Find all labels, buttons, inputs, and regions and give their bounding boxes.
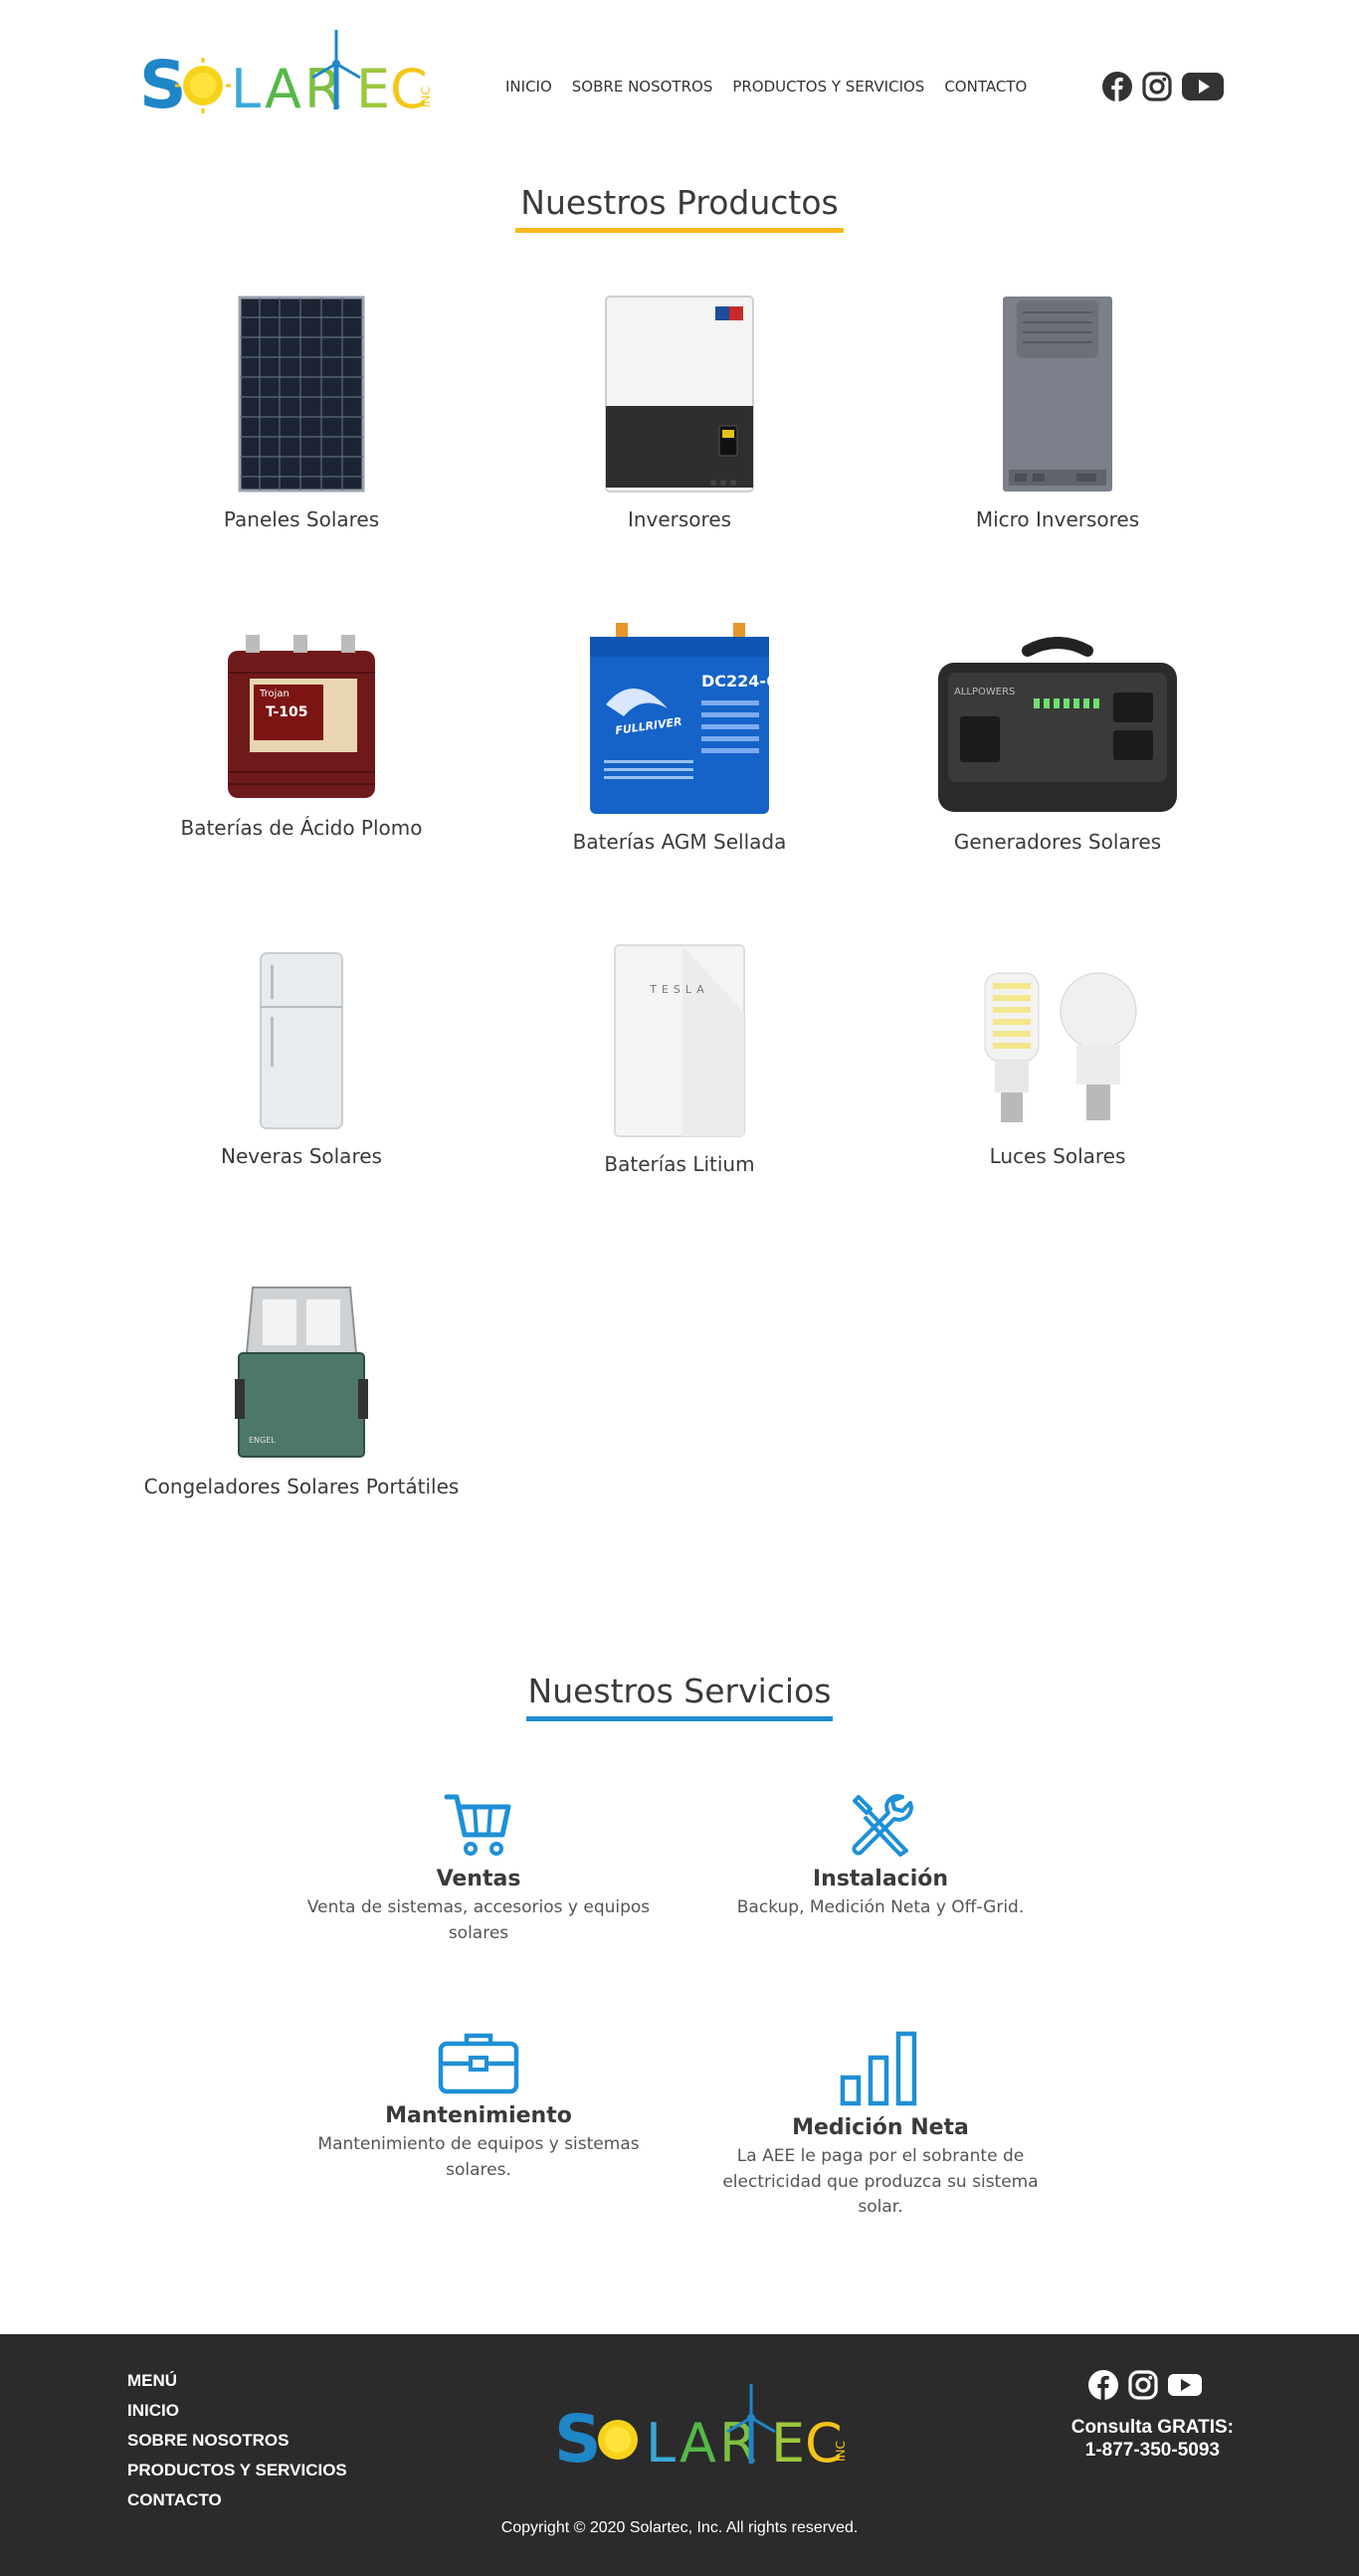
phone-number[interactable]: 1-877-350-5093 xyxy=(1071,2439,1234,2462)
solar-generator-image: ALLPOWERS xyxy=(930,637,1185,816)
freezer-brand: ENGEL xyxy=(249,1436,276,1445)
tesla-brand: TESLA xyxy=(649,983,709,996)
solartec-logo-mark: S L A R E C INC xyxy=(139,30,433,123)
service-title: Mantenimiento xyxy=(385,2103,572,2128)
product-label: Congeladores Solares Portátiles xyxy=(143,1475,460,1498)
product-label: Baterías AGM Sellada xyxy=(572,830,787,854)
agm-model: DC224-6 xyxy=(701,672,773,691)
cart-icon xyxy=(444,1794,511,1856)
footer-link-inicio[interactable]: INICIO xyxy=(127,2396,347,2426)
service-instalacion: Instalación Backup, Medición Neta y Off-… xyxy=(701,1791,1060,1921)
product-label: Neveras Solares xyxy=(221,1144,382,1168)
services-title-underline xyxy=(526,1716,833,1721)
solar-panel-image xyxy=(237,295,366,494)
svg-text:E: E xyxy=(356,58,390,113)
toolbox-icon xyxy=(438,2033,519,2094)
product-card-neveras[interactable]: Neveras Solares xyxy=(112,951,490,1168)
led-bulbs-image xyxy=(975,965,1140,1130)
product-card-generadores[interactable]: ALLPOWERS Generadores Solares xyxy=(869,637,1247,854)
facebook-icon[interactable] xyxy=(1088,2370,1118,2400)
product-card-luces[interactable]: Luces Solares xyxy=(869,965,1247,1168)
service-description: Mantenimiento de equipos y sistemas sola… xyxy=(317,2134,640,2180)
consult-label: Consulta GRATIS: xyxy=(1070,2417,1234,2438)
footer-menu: MENÚ INICIO SOBRE NOSOTROS PRODUCTOS Y S… xyxy=(127,2366,347,2515)
product-card-congeladores[interactable]: ENGEL Congeladores Solares Portátiles xyxy=(112,1284,490,1498)
products-section-heading: Nuestros Productos xyxy=(0,183,1359,233)
product-card-inversores[interactable]: Inversores xyxy=(490,295,869,531)
svg-text:S: S xyxy=(139,47,187,113)
service-ventas: Ventas Venta de sistemas, accesorios y e… xyxy=(299,1791,658,1946)
service-description: Backup, Medición Neta y Off-Grid. xyxy=(736,1897,1025,1917)
instagram-icon[interactable] xyxy=(1128,2370,1158,2400)
service-title: Ventas xyxy=(436,1867,521,1891)
service-description: La AEE le paga por el sobrante de electr… xyxy=(722,2146,1039,2217)
product-card-paneles[interactable]: Paneles Solares xyxy=(112,295,490,531)
product-label: Generadores Solares xyxy=(953,830,1162,854)
svg-text:S: S xyxy=(554,2401,602,2468)
product-label: Inversores xyxy=(627,507,732,531)
site-header: S L A R E C INC INICIO SOBRE NOSOTROS PR… xyxy=(0,0,1359,179)
agm-battery-image: DC224-6 FULLRIVER xyxy=(586,621,777,816)
product-card-acido-plomo[interactable]: Trojan T-105 Baterías de Ácido Plomo xyxy=(112,633,490,840)
svg-text:A: A xyxy=(265,58,301,113)
footer-contact: Consulta GRATIS: 1-877-350-5093 xyxy=(1071,2416,1234,2462)
svg-text:INC: INC xyxy=(419,87,433,107)
nav-productos-servicios[interactable]: PRODUCTOS Y SERVICIOS xyxy=(732,78,924,96)
service-medicion-neta: Medición Neta La AEE le paga por el sobr… xyxy=(701,2030,1060,2221)
product-label: Baterías Litium xyxy=(604,1152,755,1176)
svg-text:E: E xyxy=(771,2412,805,2468)
footer-link-sobre-nosotros[interactable]: SOBRE NOSOTROS xyxy=(127,2426,347,2456)
facebook-icon[interactable] xyxy=(1102,72,1132,101)
nav-contacto[interactable]: CONTACTO xyxy=(944,78,1027,96)
products-title-underline xyxy=(515,228,844,233)
bar-chart-icon xyxy=(840,2031,917,2106)
services-section-heading: Nuestros Servicios xyxy=(0,1672,1359,1721)
service-description: Venta de sistemas, accesorios y equipos … xyxy=(306,1897,651,1943)
inverter-image xyxy=(604,295,755,494)
tools-icon xyxy=(852,1794,913,1857)
svg-text:L: L xyxy=(231,58,261,113)
footer-social xyxy=(1088,2370,1202,2400)
product-card-agm[interactable]: DC224-6 FULLRIVER Baterías AGM Sellada xyxy=(490,621,869,854)
product-label: Baterías de Ácido Plomo xyxy=(180,816,423,840)
product-label: Luces Solares xyxy=(989,1144,1126,1168)
lithium-battery-image: TESLA xyxy=(613,943,746,1138)
product-label: Paneles Solares xyxy=(223,507,380,531)
footer-logo[interactable]: S L A R E C INC xyxy=(554,2382,855,2477)
product-card-litium[interactable]: TESLA Baterías Litium xyxy=(490,943,869,1176)
svg-text:A: A xyxy=(680,2412,716,2468)
svg-text:INC: INC xyxy=(834,2441,848,2462)
products-title: Nuestros Productos xyxy=(520,183,839,222)
micro-inverter-image xyxy=(1001,295,1114,494)
service-title: Instalación xyxy=(812,1867,949,1891)
services-title: Nuestros Servicios xyxy=(527,1672,832,1710)
main-nav: INICIO SOBRE NOSOTROS PRODUCTOS Y SERVIC… xyxy=(505,78,1027,96)
copyright: Copyright © 2020 Solartec, Inc. All righ… xyxy=(500,2519,859,2536)
youtube-icon[interactable] xyxy=(1182,72,1224,101)
instagram-icon[interactable] xyxy=(1142,72,1172,101)
site-logo[interactable]: S L A R E C INC xyxy=(139,28,440,123)
lead-acid-battery-image: Trojan T-105 xyxy=(224,633,379,802)
solartec-logo-mark: S L A R E C INC xyxy=(554,2384,848,2477)
header-social xyxy=(1102,72,1224,101)
footer-menu-title: MENÚ xyxy=(127,2371,178,2390)
product-card-micro-inversores[interactable]: Micro Inversores xyxy=(869,295,1247,531)
site-footer: MENÚ INICIO SOBRE NOSOTROS PRODUCTOS Y S… xyxy=(0,2334,1359,2576)
nav-inicio[interactable]: INICIO xyxy=(505,78,552,96)
footer-link-productos-servicios[interactable]: PRODUCTOS Y SERVICIOS xyxy=(127,2456,347,2485)
product-label: Micro Inversores xyxy=(975,507,1140,531)
trojan-brand: Trojan xyxy=(259,689,290,699)
svg-text:L: L xyxy=(646,2412,676,2468)
service-title: Medición Neta xyxy=(792,2115,969,2140)
youtube-icon[interactable] xyxy=(1168,2370,1202,2400)
nav-sobre-nosotros[interactable]: SOBRE NOSOTROS xyxy=(572,78,713,96)
service-mantenimiento: Mantenimiento Mantenimiento de equipos y… xyxy=(299,2030,658,2183)
footer-link-contacto[interactable]: CONTACTO xyxy=(127,2485,347,2515)
trojan-model: T-105 xyxy=(266,704,308,720)
portable-freezer-image: ENGEL xyxy=(233,1284,370,1461)
generator-brand: ALLPOWERS xyxy=(954,687,1015,697)
refrigerator-image xyxy=(257,951,346,1130)
